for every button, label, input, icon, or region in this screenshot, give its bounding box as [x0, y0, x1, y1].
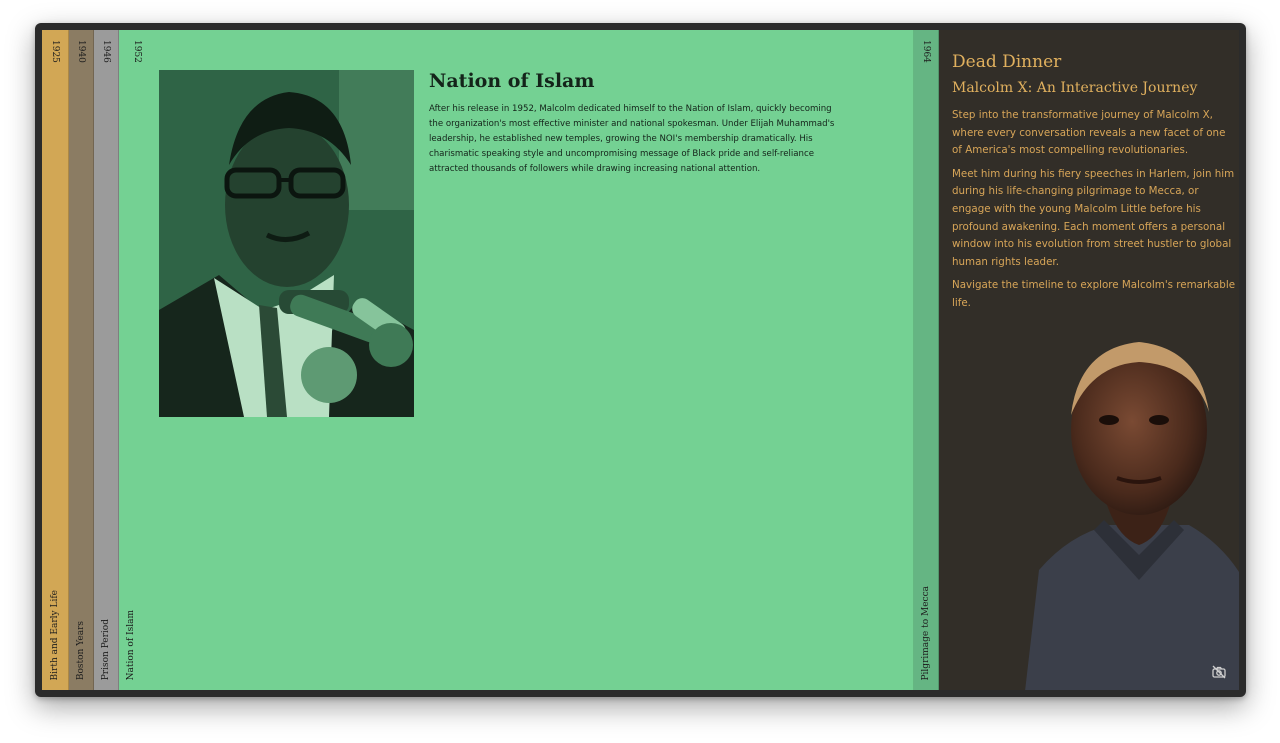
timeline-year: 1925	[50, 40, 60, 63]
timeline-label: Prison Period	[101, 618, 111, 680]
app-title: Dead Dinner	[952, 52, 1062, 72]
timeline-strip-prison[interactable]: 1946 Prison Period	[94, 30, 119, 690]
timeline-year: 1964	[921, 40, 931, 63]
timeline-year: 1952	[132, 40, 142, 63]
intro-panel: Dead Dinner Malcolm X: An Interactive Jo…	[939, 30, 1239, 690]
app-window: 1925 Birth and Early Life 1940 Boston Ye…	[35, 23, 1246, 697]
timeline-label: Boston Years	[76, 620, 86, 680]
malcolm-x-photo	[159, 70, 414, 417]
intro-paragraph: Meet him during his fiery speeches in Ha…	[952, 167, 1235, 268]
intro-paragraph: Step into the transformative journey of …	[952, 109, 1226, 157]
timeline-strip-birth[interactable]: 1925 Birth and Early Life	[42, 30, 69, 690]
app-subtitle: Malcolm X: An Interactive Journey	[952, 80, 1198, 96]
article-body: After his release in 1952, Malcolm dedic…	[429, 104, 835, 175]
intro-paragraph: Navigate the timeline to explore Malcolm…	[952, 279, 1236, 309]
timeline-label: Nation of Islam	[126, 609, 136, 680]
timeline-panel-nation-of-islam[interactable]: 1952 Nation of Islam Nation of Islam Aft…	[119, 30, 914, 690]
article-heading: Nation of Islam	[429, 70, 595, 92]
timeline-strip-boston[interactable]: 1940 Boston Years	[69, 30, 94, 690]
timeline-label: Birth and Early Life	[50, 589, 60, 680]
timeline-year: 1940	[76, 40, 86, 63]
app-content: 1925 Birth and Early Life 1940 Boston Ye…	[42, 30, 1239, 690]
timeline-year: 1946	[101, 40, 111, 63]
ai-avatar	[1025, 342, 1239, 690]
camera-off-glyph	[1212, 665, 1226, 679]
timeline-strip-mecca[interactable]: 1964 Pilgrimage to Mecca	[914, 30, 939, 690]
portrait-illustration	[159, 70, 414, 417]
article: Nation of Islam After his release in 195…	[429, 70, 839, 177]
timeline-label: Pilgrimage to Mecca	[921, 585, 931, 681]
intro-text: Step into the transformative journey of …	[952, 107, 1237, 319]
camera-off-icon[interactable]	[1209, 662, 1229, 682]
